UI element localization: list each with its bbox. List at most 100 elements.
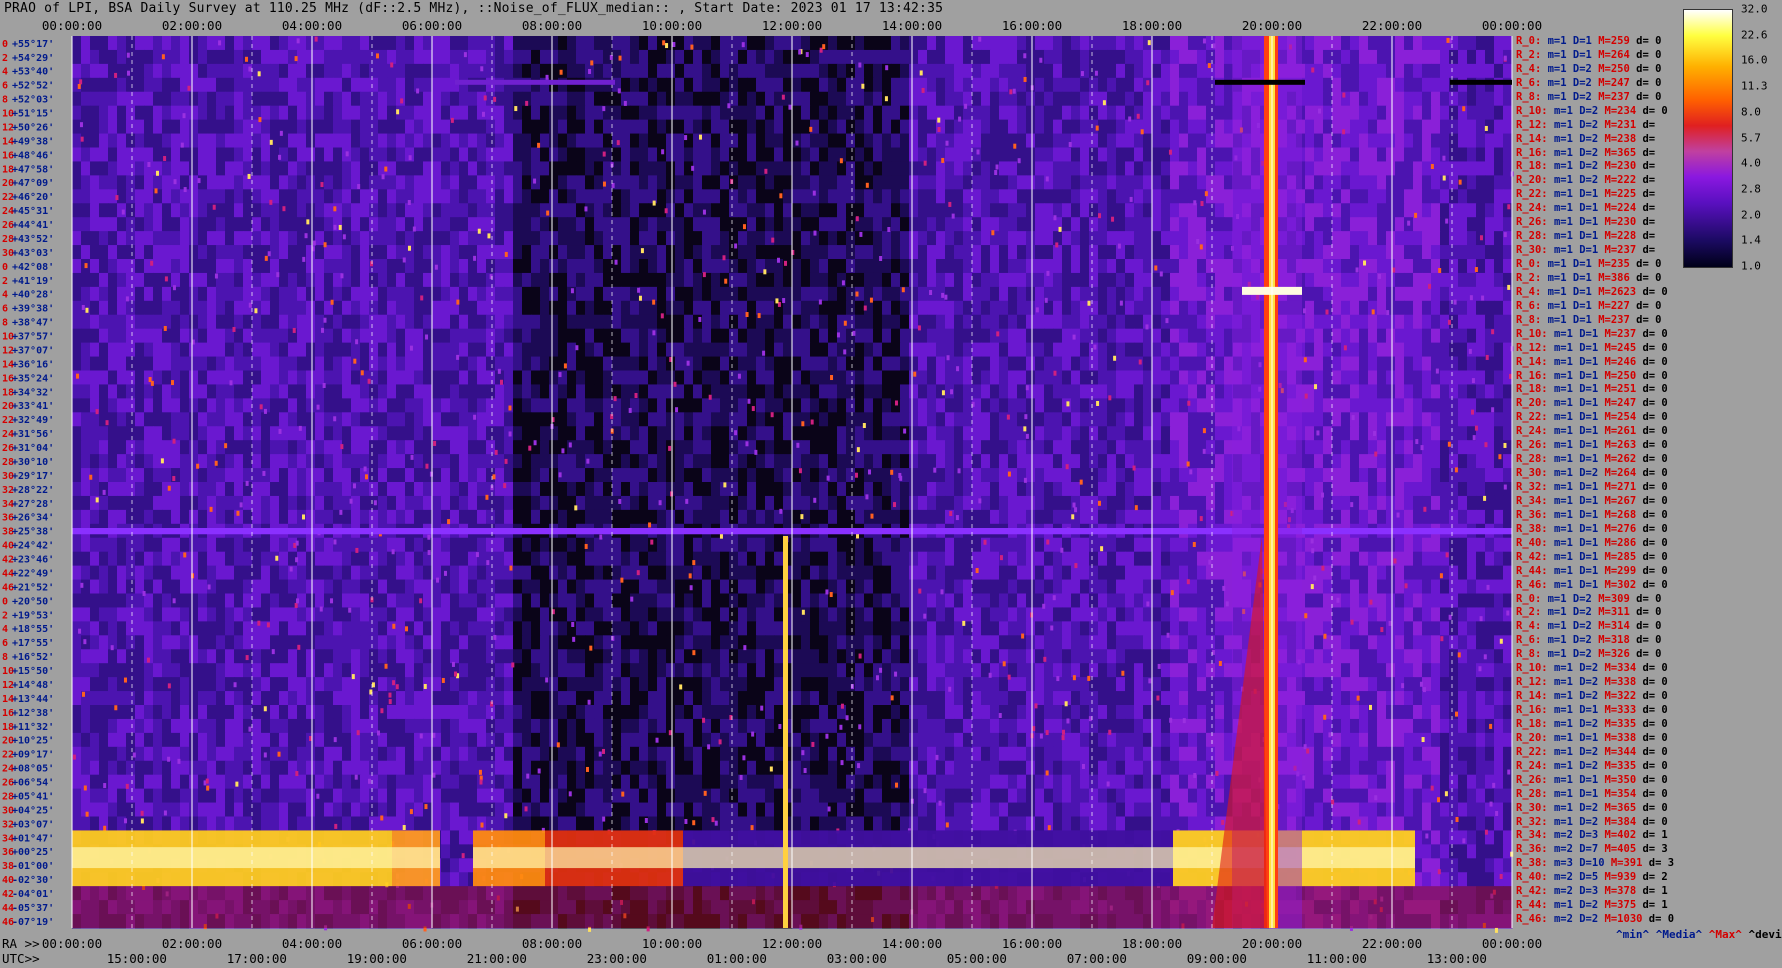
heatmap-cell [612, 133, 622, 148]
heatmap-cell [1026, 286, 1036, 302]
heatmap-cell [819, 175, 829, 190]
heatmap-cell [576, 314, 586, 330]
heatmap-cell [738, 119, 748, 135]
heatmap-cell [1044, 370, 1054, 385]
heatmap-cell [1098, 77, 1108, 93]
heatmap-cell [855, 189, 865, 204]
heatmap-cell [216, 91, 226, 107]
heatmap-cell [1089, 91, 1099, 107]
heatmap-cell [1422, 147, 1432, 162]
heatmap-cell [504, 119, 514, 135]
heatmap-cell [684, 49, 694, 65]
heatmap-cell [459, 119, 469, 135]
heatmap-cell [585, 384, 595, 399]
heatmap-cell [963, 272, 973, 288]
heatmap-cell [648, 119, 658, 135]
heatmap-cell [432, 36, 442, 51]
heatmap-cell [630, 300, 640, 316]
heatmap-cell [1071, 328, 1081, 344]
heatmap-cell [108, 370, 118, 385]
heatmap-cell [1503, 412, 1513, 427]
heatmap-cell [1143, 119, 1153, 135]
heatmap-cell [234, 342, 244, 358]
heatmap-cell [702, 217, 712, 232]
heatmap-cell [1332, 356, 1342, 371]
heatmap-cell [711, 384, 721, 399]
heatmap-cell [603, 398, 613, 413]
heatmap-cell [171, 161, 181, 176]
heatmap-cell [666, 300, 676, 316]
heatmap-cell [1395, 217, 1405, 232]
heatmap-cell [360, 272, 370, 288]
heatmap-cell [432, 272, 442, 288]
heatmap-cell [315, 133, 325, 148]
heatmap-cell [288, 370, 298, 385]
heatmap-cell [378, 272, 388, 288]
heatmap-cell [1449, 286, 1459, 302]
heatmap-cell [1449, 412, 1459, 427]
heatmap-cell [243, 105, 253, 121]
heatmap-cell [1377, 175, 1387, 190]
heatmap-cell [522, 105, 532, 121]
heatmap-cell [1044, 36, 1054, 51]
heatmap-cell [1089, 370, 1099, 385]
heatmap-cell [1134, 286, 1144, 302]
heatmap-cell [1368, 105, 1378, 121]
heatmap-cell [756, 175, 766, 190]
heatmap-cell [369, 286, 379, 302]
heatmap-cell [810, 217, 820, 232]
heatmap-cell [1170, 398, 1180, 413]
heatmap-cell [1395, 454, 1405, 469]
heatmap-cell [918, 398, 928, 413]
heatmap-cell [378, 91, 388, 107]
heatmap-cell [990, 342, 1000, 358]
heatmap-cell [954, 454, 964, 469]
heatmap-cell [954, 342, 964, 358]
heatmap-cell [900, 398, 910, 413]
heatmap-cell [153, 468, 163, 483]
heatmap-cell [288, 314, 298, 330]
heatmap-cell [540, 300, 550, 316]
heatmap-cell [1053, 342, 1063, 358]
heatmap-cell [567, 49, 577, 65]
heatmap-cell [657, 245, 667, 260]
heatmap-cell [126, 119, 136, 135]
heatmap-cell [909, 175, 919, 190]
heatmap-cell [261, 36, 271, 51]
heatmap-cell [648, 440, 658, 455]
heatmap-cell [1404, 454, 1414, 469]
heatmap-cell [108, 231, 118, 246]
heatmap-cell [1413, 91, 1423, 107]
heatmap-cell [198, 49, 208, 65]
heatmap-cell [378, 384, 388, 399]
heatmap-cell [621, 77, 631, 93]
heatmap-cell [1449, 36, 1459, 51]
heatmap-cell [81, 398, 91, 413]
heatmap-cell [396, 147, 406, 162]
heatmap-cell [774, 133, 784, 148]
heatmap-cell [108, 314, 118, 330]
heatmap-cell [207, 217, 217, 232]
heatmap-cell [1161, 203, 1171, 218]
heatmap-cell [252, 328, 262, 344]
heatmap-cell [153, 189, 163, 204]
heatmap-cell [756, 147, 766, 162]
heatmap-cell [1089, 175, 1099, 190]
heatmap-cell [1458, 217, 1468, 232]
heatmap-cell [837, 286, 847, 302]
heatmap-cell [783, 147, 793, 162]
heatmap-cell [846, 384, 856, 399]
heatmap-cell [441, 77, 451, 93]
heatmap-cell [810, 384, 820, 399]
heatmap-cell [414, 189, 424, 204]
heatmap-cell [414, 105, 424, 121]
heatmap-cell [756, 63, 766, 79]
heatmap-cell [900, 105, 910, 121]
heatmap-cell [1098, 91, 1108, 107]
heatmap-cell [234, 105, 244, 121]
heatmap-cell [1161, 217, 1171, 232]
heatmap-cell [513, 231, 523, 246]
heatmap-cell [522, 217, 532, 232]
heatmap-cell [432, 119, 442, 135]
heatmap-cell [873, 91, 883, 107]
